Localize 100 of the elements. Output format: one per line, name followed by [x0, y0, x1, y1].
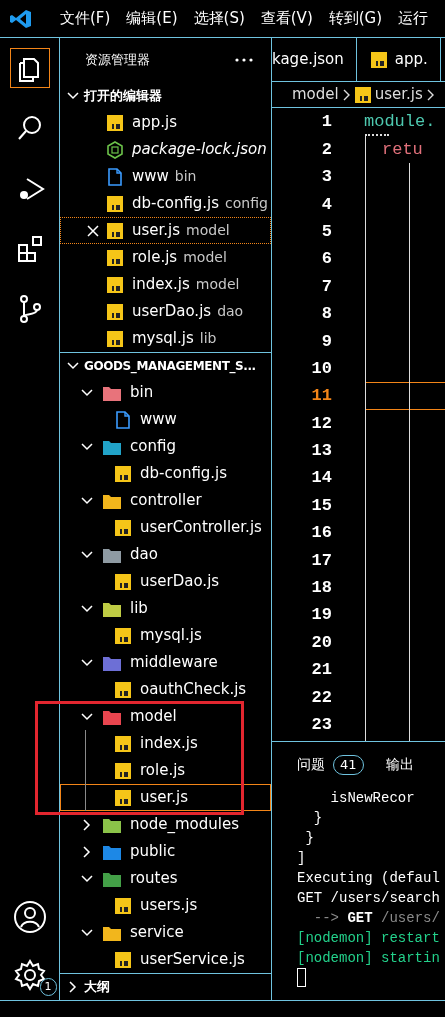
tree-item[interactable]: userService.js: [60, 946, 271, 973]
tree-folder[interactable]: routes: [60, 865, 271, 892]
file-name: userDao.js: [140, 571, 220, 593]
line-number: 17: [310, 549, 332, 572]
tree-folder[interactable]: config: [60, 433, 271, 460]
menu-item[interactable]: 查看(V): [252, 7, 321, 30]
open-editor-item[interactable]: role.js model: [60, 244, 271, 271]
tree-item[interactable]: db-config.js: [60, 460, 271, 487]
folder-name: bin: [130, 382, 154, 404]
terminal-line: --> GET /users/: [312, 908, 441, 928]
terminal-line: [nodemon] restart: [297, 928, 441, 948]
line-number: 1: [320, 111, 332, 134]
open-editor-item[interactable]: package-lock.json: [60, 136, 271, 163]
tree-folder[interactable]: model: [60, 703, 271, 730]
menu-item[interactable]: 转到(G): [320, 7, 391, 30]
line-number: 21: [310, 659, 332, 682]
js-file-icon: [107, 195, 123, 212]
breadcrumb-item[interactable]: model: [292, 83, 339, 106]
folder-name: routes: [130, 868, 178, 890]
folder-name: public: [130, 841, 176, 863]
menu-item[interactable]: 选择(S): [185, 7, 253, 30]
js-file-icon: [115, 789, 131, 806]
js-file-icon: [115, 681, 131, 698]
folder-description: model: [186, 221, 230, 240]
chevron-right-icon: [342, 88, 351, 101]
tree-item[interactable]: userDao.js: [60, 568, 271, 595]
section-header[interactable]: 打开的编辑器: [60, 82, 271, 109]
tree-folder[interactable]: public: [60, 838, 271, 865]
js-file-icon: [107, 222, 123, 239]
tree-item[interactable]: index.js: [60, 730, 271, 757]
terminal-cursor: [297, 967, 306, 987]
file-name: index.js: [140, 733, 198, 755]
tree-item[interactable]: role.js: [60, 757, 271, 784]
open-editor-item[interactable]: index.js model: [60, 271, 271, 298]
line-number: 6: [320, 248, 332, 271]
tree-item[interactable]: userController.js: [60, 514, 271, 541]
open-editor-item[interactable]: userDao.js dao: [60, 298, 271, 325]
editor-tab[interactable]: kage.json: [272, 38, 357, 81]
tree-item[interactable]: www: [60, 406, 271, 433]
terminal-line: }: [312, 808, 324, 828]
folder-name: service: [130, 922, 184, 944]
explorer-button[interactable]: [9, 48, 50, 88]
tree-item[interactable]: mysql.js: [60, 622, 271, 649]
js-file-icon: [115, 573, 131, 590]
file-name: role.js: [140, 760, 186, 782]
menu-item[interactable]: 编辑(E): [118, 7, 186, 30]
open-editor-item[interactable]: mysql.js lib: [60, 325, 271, 352]
line-number: 19: [310, 604, 332, 627]
line-number: 12: [310, 412, 332, 435]
js-file-icon: [115, 519, 131, 536]
terminal-line: Executing (defaul: [297, 868, 441, 888]
tree-folder[interactable]: lib: [60, 595, 271, 622]
file-name: package-lock.json: [132, 139, 267, 161]
settings-icon: [12, 958, 47, 992]
tree-item[interactable]: user.js: [60, 784, 271, 811]
folder-name: model: [130, 706, 177, 728]
js-file-icon: [370, 51, 387, 68]
folder-description: model: [183, 248, 227, 267]
file-name: userController.js: [140, 517, 262, 539]
folder-name: middleware: [130, 652, 218, 674]
editor-logo-icon: [10, 8, 32, 29]
file-icon: [116, 410, 130, 429]
line-number: 20: [310, 631, 332, 654]
tree-item[interactable]: oauthCheck.js: [60, 676, 271, 703]
menu-item[interactable]: 运行: [390, 7, 437, 30]
folder-description: model: [195, 275, 240, 294]
menu-item[interactable]: 文件(F): [52, 7, 119, 30]
file-name: mysql.js: [132, 328, 194, 350]
breadcrumb-item[interactable]: user.js: [374, 83, 423, 106]
section-header[interactable]: GOODS_MANAGEMENT_S...: [60, 352, 271, 379]
close-icon: [87, 224, 99, 237]
panel-tab[interactable]: 问题 41: [297, 754, 364, 776]
line-number: 16: [310, 522, 332, 545]
js-file-icon: [107, 249, 123, 266]
tree-folder[interactable]: dao: [60, 541, 271, 568]
tree-folder[interactable]: controller: [60, 487, 271, 514]
panel-tab[interactable]: 输出: [385, 754, 414, 776]
file-name: index.js: [132, 274, 190, 296]
account-icon: [12, 900, 47, 934]
tree-item[interactable]: users.js: [60, 892, 271, 919]
file-name: userService.js: [140, 949, 245, 971]
folder-name: config: [130, 436, 176, 458]
file-name: role.js: [132, 247, 178, 269]
section-header[interactable]: 大纲: [60, 973, 271, 1000]
open-editor-item[interactable]: user.js model: [60, 217, 271, 244]
tree-folder[interactable]: middleware: [60, 649, 271, 676]
tree-folder[interactable]: node_modules: [60, 811, 271, 838]
open-editor-item[interactable]: www bin: [60, 163, 271, 190]
line-number: 22: [310, 686, 332, 709]
js-file-icon: [107, 276, 123, 293]
tree-folder[interactable]: bin: [60, 379, 271, 406]
js-file-icon: [107, 303, 123, 320]
editor-tab[interactable]: app.: [356, 38, 441, 81]
folder-name: lib: [130, 598, 148, 620]
line-number: 14: [310, 467, 332, 490]
open-editor-item[interactable]: db-config.js config: [60, 190, 271, 217]
open-editor-item[interactable]: app.js: [60, 109, 271, 136]
tree-folder[interactable]: service: [60, 919, 271, 946]
line-number: 10: [310, 357, 332, 380]
folder-name: node_modules: [130, 814, 239, 836]
